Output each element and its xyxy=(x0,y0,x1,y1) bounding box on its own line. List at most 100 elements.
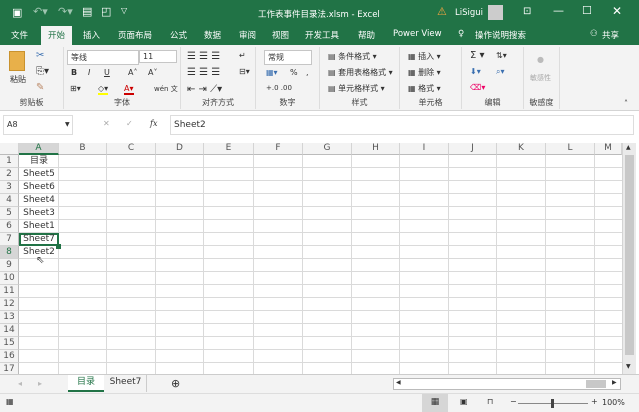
page-layout-view-icon[interactable]: ▣ xyxy=(460,397,468,406)
copy-icon[interactable]: ⎘▾ xyxy=(36,66,49,77)
paste-icon[interactable] xyxy=(9,51,25,71)
sort-filter-icon[interactable]: ⇅▾ xyxy=(496,51,507,60)
name-box-dropdown-icon[interactable]: ▼ xyxy=(65,121,70,128)
column-header-E[interactable]: E xyxy=(204,143,254,155)
align-center-icon[interactable]: ☰ ☰ ☰ xyxy=(187,67,220,78)
cell-A5[interactable]: Sheet3 xyxy=(19,207,59,220)
row-header-14[interactable]: 14 xyxy=(0,324,19,337)
scroll-left-icon[interactable]: ◀ xyxy=(396,379,401,386)
enter-button[interactable]: ✓ xyxy=(126,119,133,128)
format-painter-icon[interactable]: ✎ xyxy=(36,82,44,93)
font-color-icon[interactable]: A▾ xyxy=(124,84,134,95)
column-header-F[interactable]: F xyxy=(254,143,303,155)
scroll-up-icon[interactable]: ▲ xyxy=(626,144,631,151)
horizontal-scrollbar[interactable]: ◀ ▶ xyxy=(393,378,621,390)
row-header-5[interactable]: 5 xyxy=(0,207,19,220)
row-header-11[interactable]: 11 xyxy=(0,285,19,298)
tell-me-search[interactable]: 操作说明搜索 xyxy=(475,29,526,41)
wrap-text-icon[interactable]: ↵ xyxy=(239,51,246,60)
cancel-button[interactable]: ✕ xyxy=(103,119,110,128)
grow-font-button[interactable]: A˄ xyxy=(128,68,137,77)
decimal-icon[interactable]: +.0 .00 xyxy=(266,84,292,92)
formula-input[interactable]: Sheet2 xyxy=(170,115,634,135)
find-icon[interactable]: ⌕▾ xyxy=(496,67,505,77)
row-header-1[interactable]: 1 xyxy=(0,155,19,168)
tab-power-view[interactable]: Power View xyxy=(393,29,442,39)
underline-button[interactable]: U xyxy=(104,68,110,77)
tab-review[interactable]: 审阅 xyxy=(239,29,256,41)
number-format-select[interactable]: 常规 xyxy=(264,50,312,65)
print-preview-icon[interactable]: ◰ xyxy=(101,5,111,18)
row-header-4[interactable]: 4 xyxy=(0,194,19,207)
column-header-C[interactable]: C xyxy=(107,143,156,155)
format-as-table-button[interactable]: ▤ 套用表格格式 ▾ xyxy=(328,67,393,78)
italic-button[interactable]: I xyxy=(88,68,90,77)
sheet-tab-sheet7[interactable]: Sheet7 xyxy=(105,375,147,392)
clear-icon[interactable]: ⌫▾ xyxy=(470,83,485,92)
format-cells-button[interactable]: ▦ 格式 ▾ xyxy=(408,83,441,94)
row-header-9[interactable]: 9 xyxy=(0,259,19,272)
row-header-2[interactable]: 2 xyxy=(0,168,19,181)
row-header-3[interactable]: 3 xyxy=(0,181,19,194)
customize-qat-icon[interactable]: ▽ xyxy=(121,6,127,15)
name-box[interactable]: A8 xyxy=(3,115,73,135)
paste-button[interactable]: 粘贴 xyxy=(10,74,26,85)
cell-A2[interactable]: Sheet5 xyxy=(19,168,59,181)
cell-A1[interactable]: 目录 xyxy=(19,155,59,168)
cell-A6[interactable]: Sheet1 xyxy=(19,220,59,233)
close-icon[interactable]: ✕ xyxy=(612,4,622,18)
font-size-select[interactable]: 11 xyxy=(139,50,177,63)
tab-help[interactable]: 帮助 xyxy=(358,29,375,41)
macro-record-icon[interactable]: ▦ xyxy=(6,397,14,406)
cut-icon[interactable]: ✂ xyxy=(36,50,44,61)
tab-formulas[interactable]: 公式 xyxy=(170,29,187,41)
select-all-corner[interactable] xyxy=(0,143,19,155)
scroll-right-icon[interactable]: ▶ xyxy=(612,379,617,386)
next-sheet-icon[interactable]: ▸ xyxy=(38,379,42,388)
autosum-button[interactable]: Σ ▾ xyxy=(470,50,485,61)
tab-home[interactable]: 开始 xyxy=(41,26,73,45)
row-header-8[interactable]: 8 xyxy=(0,246,19,259)
insert-cells-button[interactable]: ▦ 插入 ▾ xyxy=(408,51,441,62)
warning-icon[interactable]: ⚠ xyxy=(437,5,447,18)
fill-icon[interactable]: ⬇▾ xyxy=(470,67,481,76)
collapse-ribbon-icon[interactable]: ˄ xyxy=(624,99,628,108)
avatar[interactable] xyxy=(488,5,503,20)
tab-developer[interactable]: 开发工具 xyxy=(305,29,339,41)
tab-insert[interactable]: 插入 xyxy=(83,29,100,41)
fill-color-icon[interactable]: ◇▾ xyxy=(98,84,109,95)
column-header-J[interactable]: J xyxy=(449,143,497,155)
fill-handle[interactable] xyxy=(56,244,61,249)
insert-function-button[interactable]: fx xyxy=(150,119,157,128)
indent-icon[interactable]: ⇤ ⇥ ⟋▾ xyxy=(187,84,222,95)
cell-styles-button[interactable]: ▤ 单元格样式 ▾ xyxy=(328,83,385,94)
page-break-view-icon[interactable]: ⊓ xyxy=(487,397,493,406)
align-top-icon[interactable]: ☰ ☰ ☰ xyxy=(187,51,220,62)
row-header-12[interactable]: 12 xyxy=(0,298,19,311)
zoom-level[interactable]: 100% xyxy=(602,398,625,407)
column-header-A[interactable]: A xyxy=(19,143,59,155)
zoom-out-icon[interactable]: − xyxy=(510,397,517,406)
tab-view[interactable]: 视图 xyxy=(272,29,289,41)
column-header-D[interactable]: D xyxy=(156,143,204,155)
column-header-I[interactable]: I xyxy=(400,143,449,155)
row-header-7[interactable]: 7 xyxy=(0,233,19,246)
row-header-10[interactable]: 10 xyxy=(0,272,19,285)
new-sheet-icon[interactable]: ⊕ xyxy=(171,377,180,390)
column-header-L[interactable]: L xyxy=(546,143,595,155)
bold-button[interactable]: B xyxy=(71,68,77,77)
share-button[interactable]: 共享 xyxy=(602,29,619,41)
currency-icon[interactable]: ▦▾ xyxy=(266,68,278,77)
cell-A3[interactable]: Sheet6 xyxy=(19,181,59,194)
column-header-M[interactable]: M xyxy=(595,143,622,155)
sheet-tab-mulu[interactable]: 目录 xyxy=(68,375,104,392)
column-header-H[interactable]: H xyxy=(352,143,400,155)
percent-button[interactable]: % xyxy=(290,68,298,77)
merge-icon[interactable]: ⊟▾ xyxy=(239,67,250,76)
normal-view-icon[interactable]: ▦ xyxy=(422,394,448,412)
border-icon[interactable]: ⊞▾ xyxy=(70,84,81,93)
conditional-format-button[interactable]: ▤ 条件格式 ▾ xyxy=(328,51,377,62)
scroll-down-icon[interactable]: ▼ xyxy=(626,363,631,370)
ribbon-display-icon[interactable]: ⊡ xyxy=(523,6,531,17)
share-icon[interactable]: ⚇ xyxy=(590,29,598,39)
